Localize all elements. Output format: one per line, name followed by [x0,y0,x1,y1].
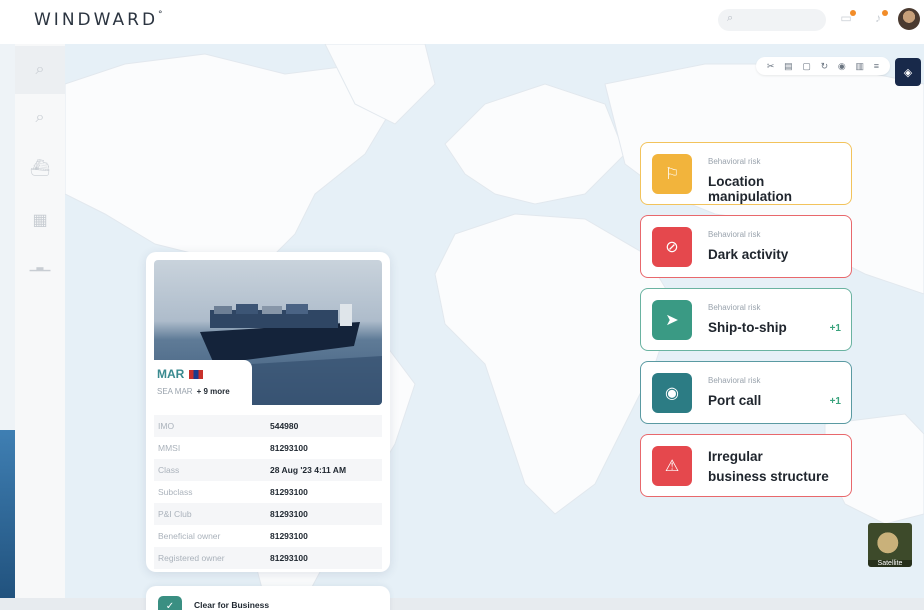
status-text: Clear for Business [194,600,270,610]
layers-list-icon[interactable]: ▤ [784,61,793,72]
sidebar-item-search[interactable]: ⌕ [15,46,65,94]
vessel-card: MAR SEA MAR + 9 more IMO 544980 MMSI 812931… [146,252,390,572]
vessel-name[interactable]: MAR [157,367,184,381]
risk-card-irregular-business-structure[interactable]: ⚠ Irregular business structure [640,434,852,497]
flag-icon: ⚐ [652,154,692,194]
layers-button[interactable]: ◈ [895,58,921,86]
chart-icon: ▁▃▁ [29,260,51,271]
map-toolbar: ✂ ▤ ▢ ↻ ◉ ▥ ≡ [756,57,890,75]
pin-icon: ◉ [652,373,692,413]
flag-icon [189,369,204,379]
risk-title: Dark activity [708,247,789,262]
sidebar-item-vessels[interactable]: ⛴ [15,144,65,192]
select-area-icon[interactable]: ▢ [802,61,811,72]
chat-icon[interactable]: ▭ [838,10,856,27]
brand-logo[interactable]: WINDWARD° [34,10,166,30]
rotate-icon[interactable]: ↻ [821,61,829,72]
table-row: MMSI 81293100 [158,443,308,453]
grid-icon: ▦ [32,212,48,229]
menu-icon[interactable]: ≡ [874,61,879,71]
bell-icon[interactable]: ♪ [870,10,888,27]
more-vessels-link[interactable]: + 9 more [197,387,230,396]
vessel-operator: SEA MAR [157,387,193,396]
table-row: Registered owner 81293100 [154,547,382,569]
user-avatar[interactable] [898,8,920,30]
sidebar-item-fleet[interactable]: ▦ [15,196,65,244]
warning-icon: ⚠ [652,446,692,486]
risk-title: Ship-to-ship [708,320,787,335]
search-input[interactable]: ⌕ [718,9,826,31]
sidebar-item-analytics[interactable]: ▁▃▁ [15,242,65,290]
sidebar-item-explore[interactable]: ⌕ [15,94,65,142]
satellite-view-toggle[interactable]: Satellite [868,523,912,567]
satellite-label: Satellite [868,560,912,567]
risk-category: Behavioral risk [708,157,761,166]
risk-count-badge: +1 [829,323,841,334]
cursor-icon: ➤ [652,300,692,340]
risk-title: Port call [708,393,762,408]
check-icon: ✓ [158,596,182,610]
status-card[interactable]: ✓ Clear for Business [146,586,390,610]
camera-icon[interactable]: ◉ [838,61,846,72]
trademark-mark: ° [158,10,166,20]
table-row: IMO 544980 [154,415,382,437]
risk-category: Behavioral risk [708,303,761,312]
table-row: Subclass 81293100 [158,487,308,497]
footer-strip [0,598,924,610]
split-view-icon[interactable]: ▥ [856,61,865,72]
risk-card-dark-activity[interactable]: ⊘ Behavioral risk Dark activity [640,215,852,278]
notification-dot [850,10,856,16]
risk-card-port-call[interactable]: ◉ Behavioral risk Port call +1 [640,361,852,424]
layers-icon: ◈ [903,66,913,79]
table-row: Class 28 Aug '23 4:11 AM [154,459,382,481]
search-icon: ⌕ [727,12,734,24]
vessel-name-tag: MAR SEA MAR + 9 more [154,360,252,405]
top-bar: WINDWARD° ⌕ ▭ ♪ [0,0,924,44]
risk-category: Behavioral risk [708,230,761,239]
table-row: P&I Club 81293100 [154,503,382,525]
search-icon: ⌕ [35,61,45,78]
risk-count-badge: +1 [829,396,841,407]
risk-title: Location manipulation [708,174,792,204]
search-alt-icon: ⌕ [35,109,45,126]
risk-card-location-manipulation[interactable]: ⚐ Behavioral risk Location manipulation [640,142,852,205]
globe-off-icon: ⊘ [652,227,692,267]
risk-category: Behavioral risk [708,376,761,385]
sidebar: ⌕ ⌕ ⛴ ▦ ▁▃▁ [15,44,65,610]
measure-tool-icon[interactable]: ✂ [767,61,775,72]
ship-icon: ⛴ [29,160,51,177]
notification-dot [882,10,888,16]
risk-card-ship-to-ship[interactable]: ➤ Behavioral risk Ship-to-ship +1 [640,288,852,351]
vessel-details-table: IMO 544980 MMSI 81293100 Class 28 Aug '23 4… [154,415,382,569]
risk-title: Irregular business structure [708,449,829,484]
table-row: Beneficial owner 81293100 [158,531,308,541]
